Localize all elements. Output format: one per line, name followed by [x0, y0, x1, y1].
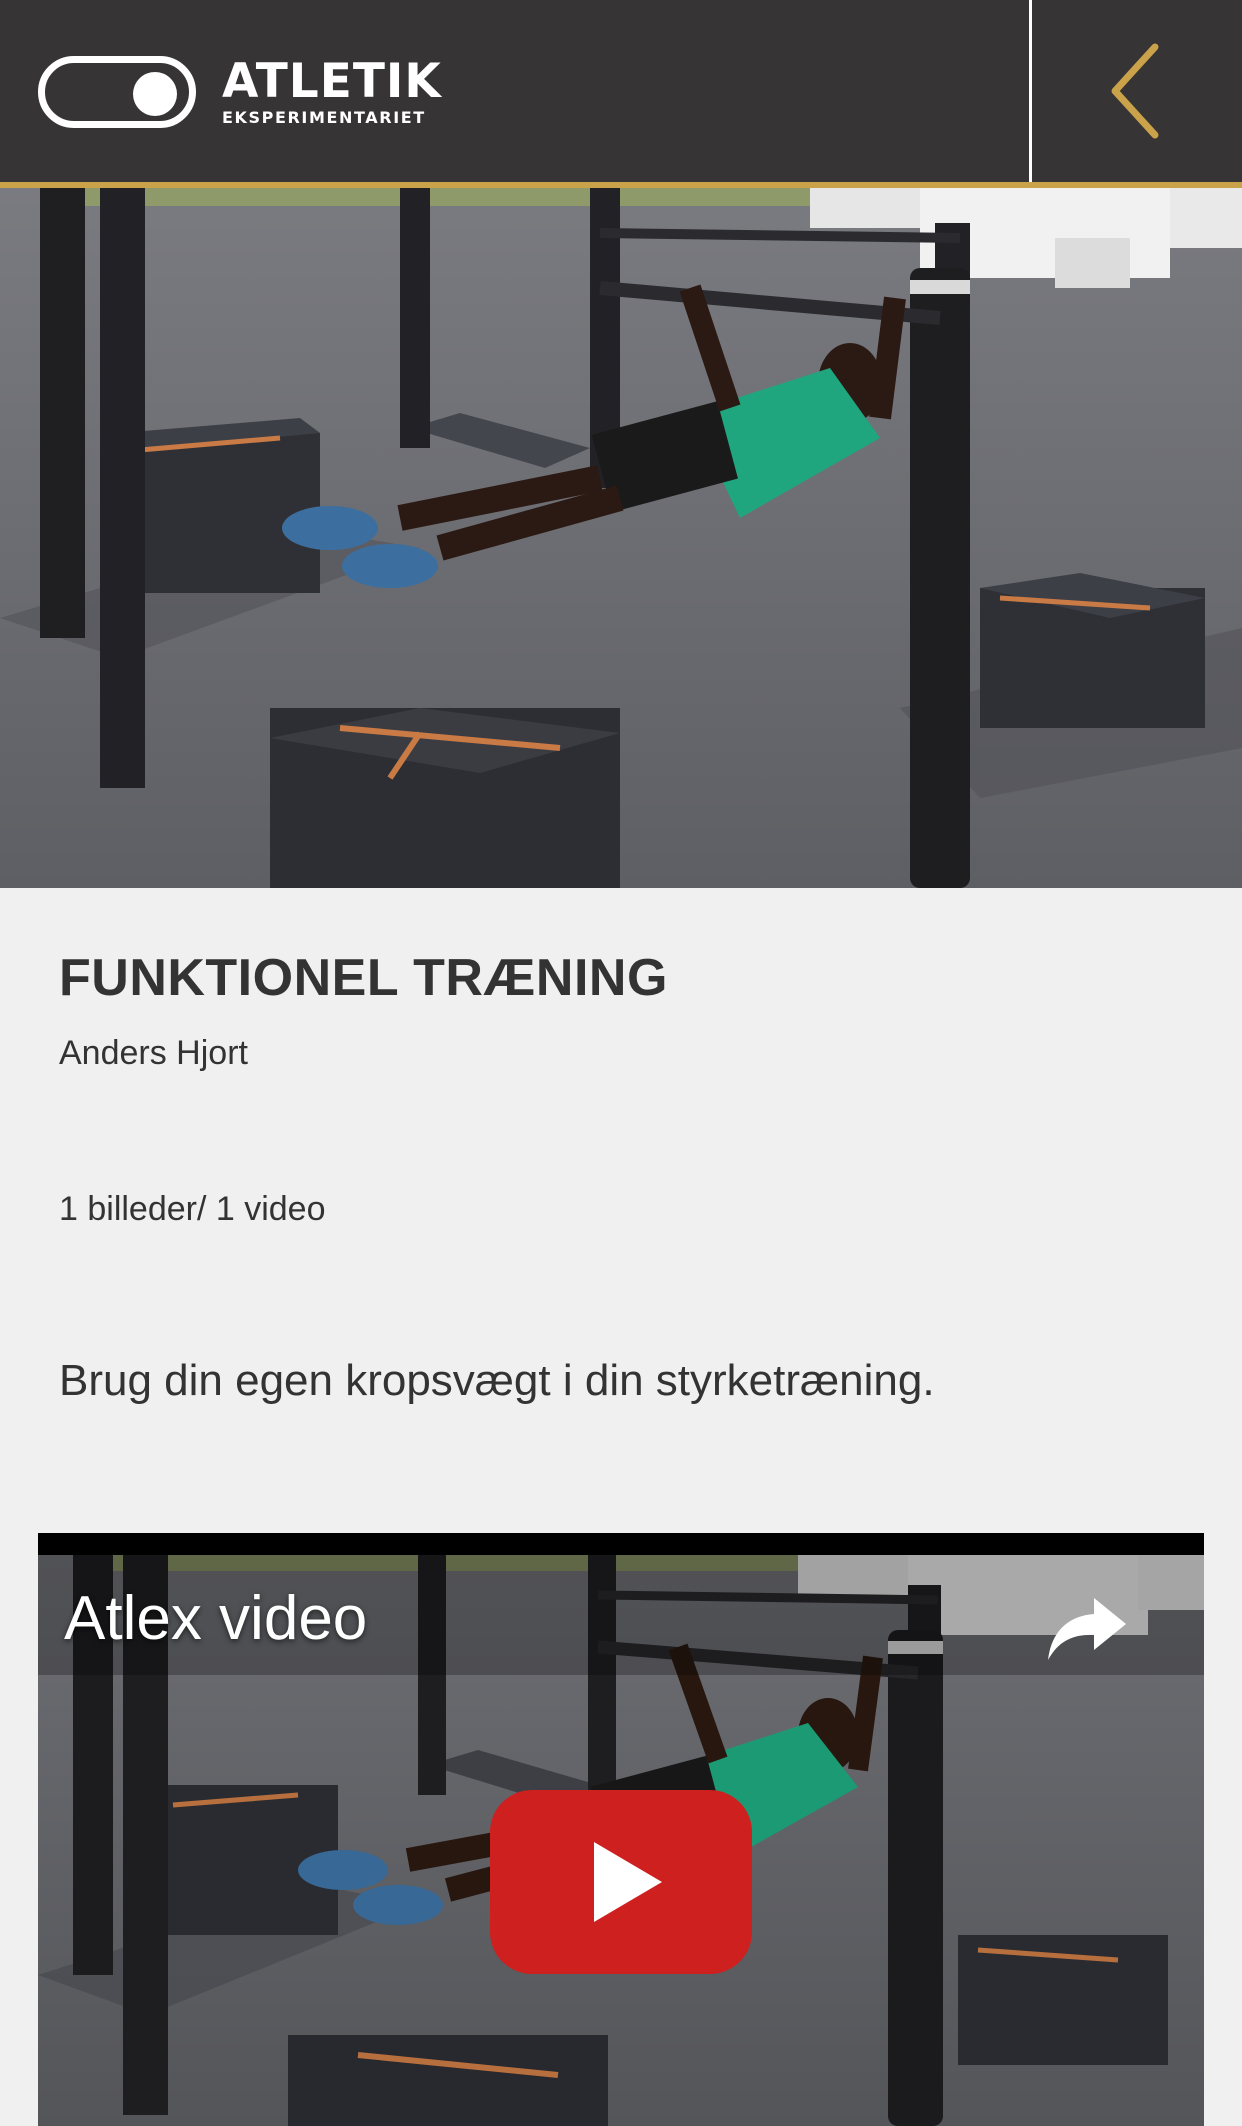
- author-name: Anders Hjort: [59, 1034, 248, 1072]
- app-header: ATLETIK EKSPERIMENTARIET: [0, 0, 1242, 182]
- chevron-left-icon: [1111, 43, 1159, 139]
- share-arrow-icon: [1048, 1598, 1126, 1660]
- app-subtitle: EKSPERIMENTARIET: [222, 108, 426, 127]
- video-title: Atlex video: [64, 1584, 368, 1653]
- app-logo[interactable]: ATLETIK EKSPERIMENTARIET: [38, 56, 442, 128]
- media-count: 1 billeder/ 1 video: [59, 1190, 326, 1228]
- back-button[interactable]: [1032, 0, 1242, 182]
- logo-text: ATLETIK EKSPERIMENTARIET: [222, 57, 442, 127]
- page-title: FUNKTIONEL TRÆNING: [59, 949, 668, 1007]
- share-button[interactable]: [1042, 1590, 1132, 1670]
- toggle-switch-icon: [38, 56, 196, 128]
- description-text: Brug din egen kropsvægt i din styrketræn…: [59, 1356, 935, 1405]
- app-name: ATLETIK: [222, 54, 442, 109]
- hero-image: [0, 188, 1242, 888]
- youtube-play-icon: [490, 1790, 752, 1974]
- youtube-play-button[interactable]: [490, 1790, 752, 1974]
